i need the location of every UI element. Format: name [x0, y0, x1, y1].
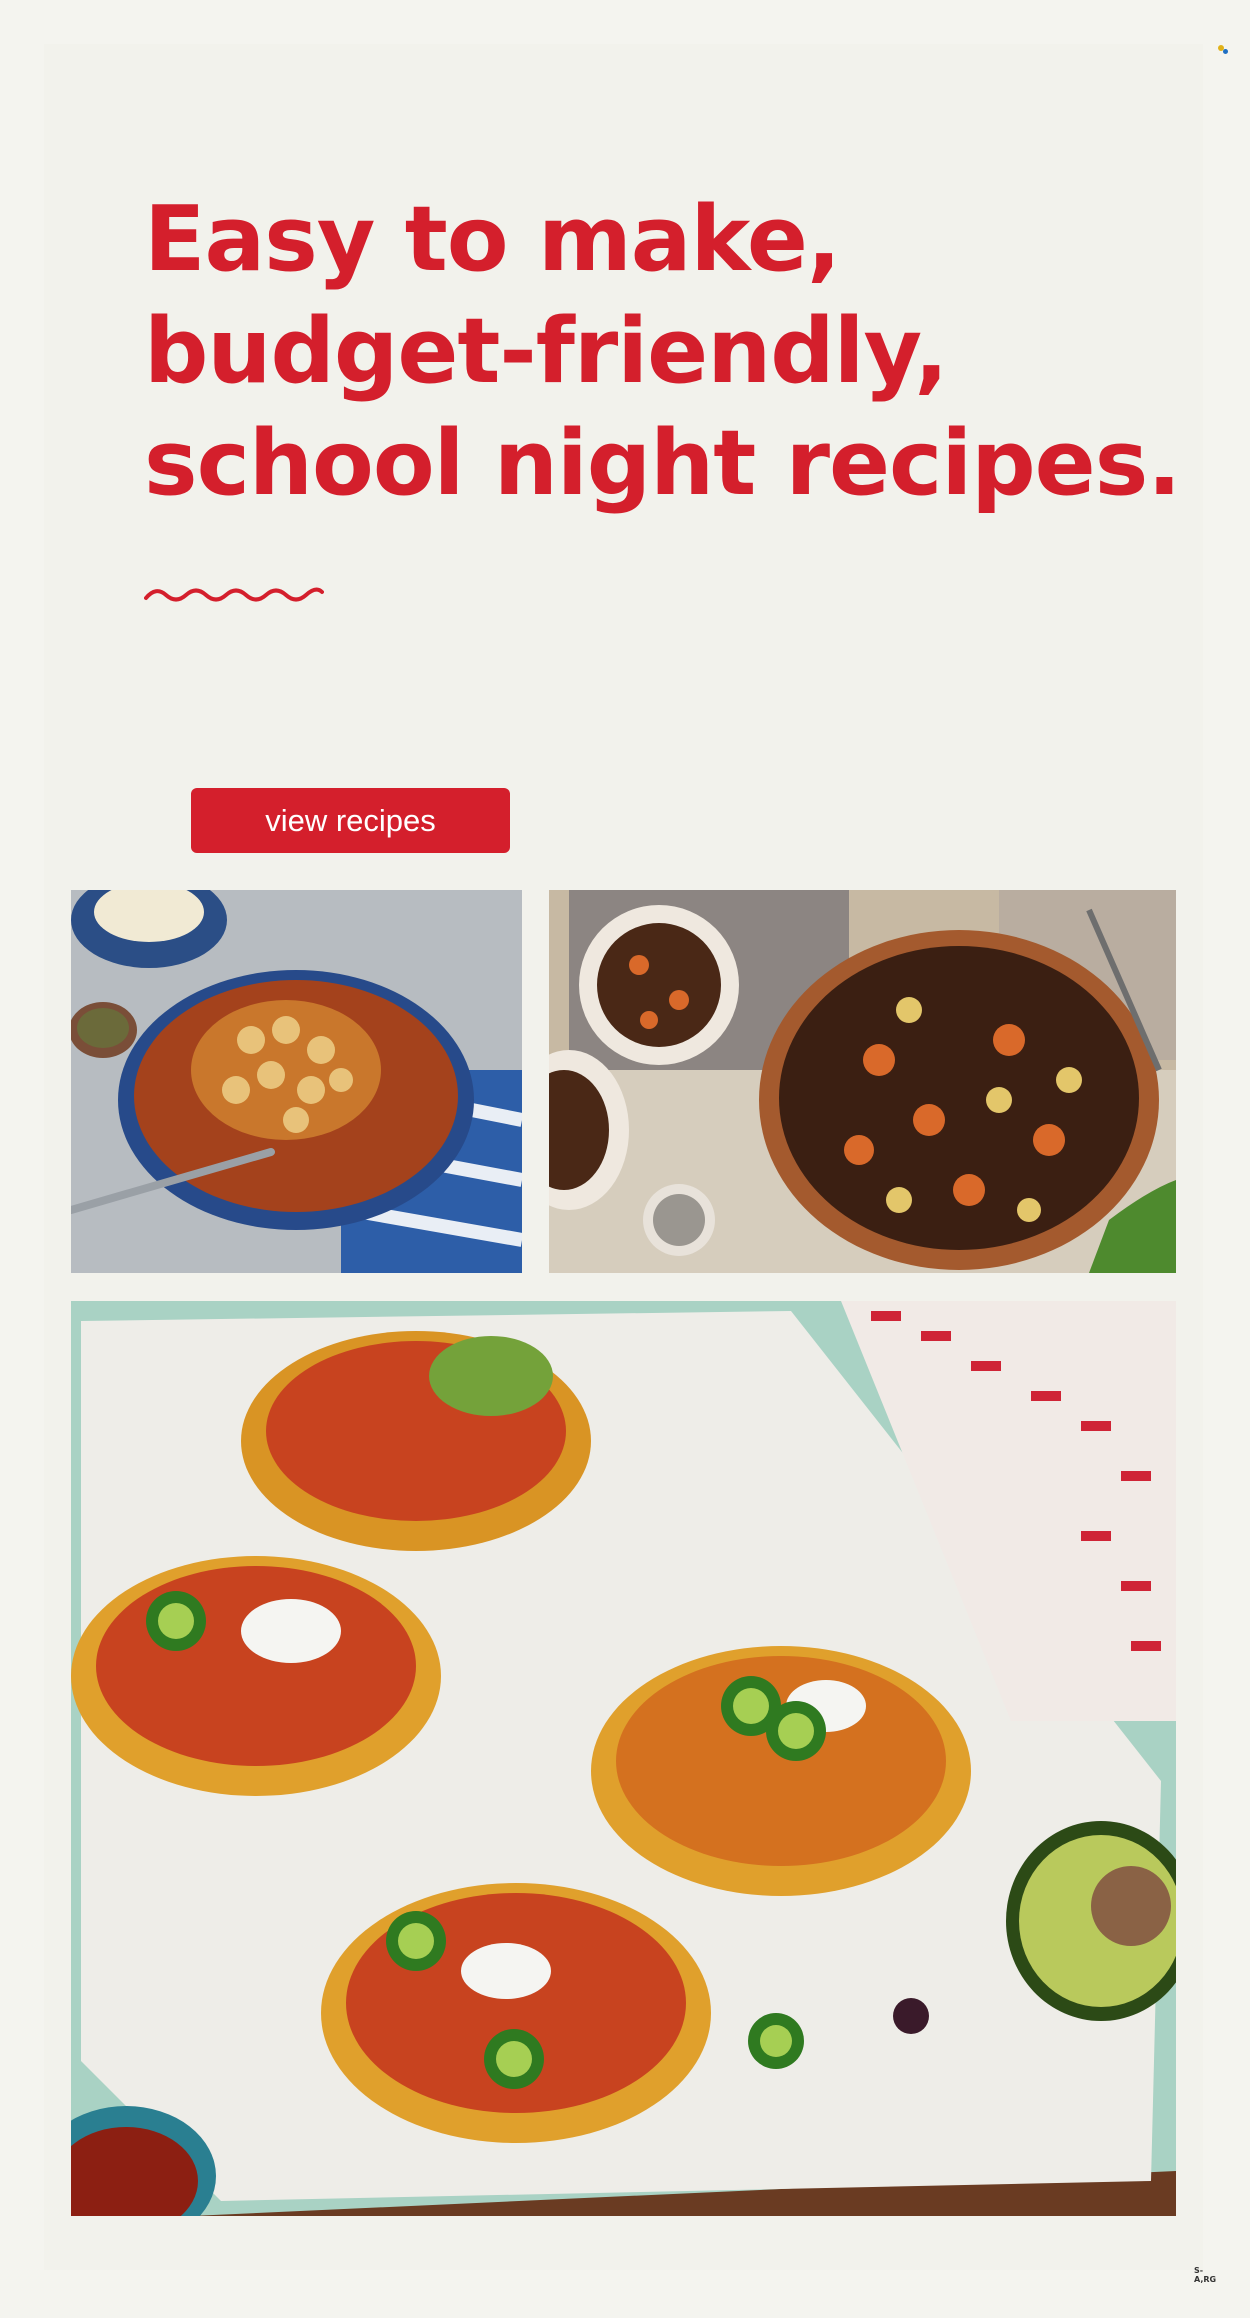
headline-line-2: budget-friendly, [144, 299, 948, 404]
squiggle-divider-icon [144, 587, 324, 602]
catalog-code: S-A,RG [1194, 2266, 1217, 2284]
tostadas-photo[interactable] [71, 1301, 1176, 2216]
view-recipes-button[interactable]: view recipes [191, 788, 510, 853]
color-dot-icon [1223, 49, 1228, 54]
headline-line-1: Easy to make, [144, 187, 841, 292]
pasta-soup-photo[interactable] [71, 890, 522, 1273]
promo-card: Easy to make, budget-friendly, school ni… [44, 44, 1216, 2284]
headline: Easy to make, budget-friendly, school ni… [144, 184, 1184, 520]
beef-stew-photo[interactable] [549, 890, 1176, 1273]
headline-line-3: school night recipes. [144, 411, 1181, 516]
